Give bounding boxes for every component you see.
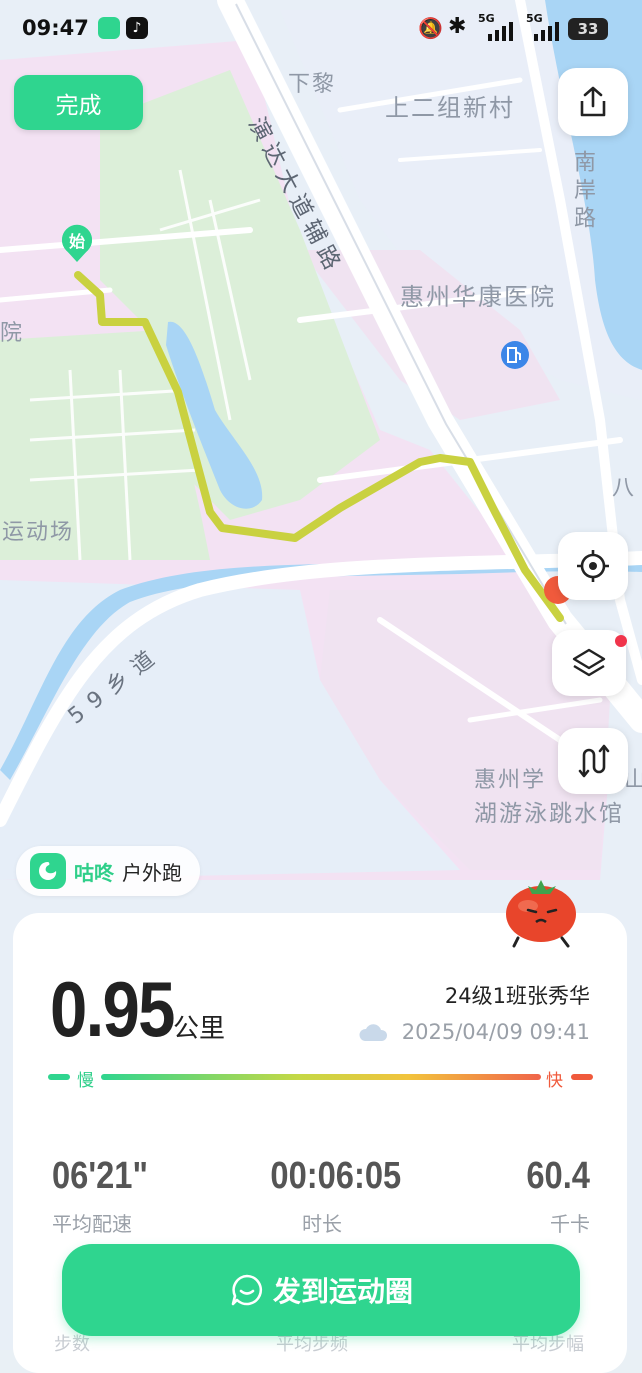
route-replay-icon [578, 744, 610, 778]
gudong-logo-icon [30, 853, 66, 889]
locate-button[interactable] [558, 532, 628, 600]
map-label-ba: 八 [612, 476, 637, 501]
done-button[interactable]: 完成 [14, 75, 143, 130]
tomato-mascot-icon [506, 880, 576, 948]
map-label-stadium: 运动场 [2, 520, 75, 545]
chat-bubble-icon [231, 1274, 263, 1306]
share-icon-button[interactable] [558, 68, 628, 136]
distance-value: 0.95 [50, 965, 175, 1053]
crosshair-icon [577, 550, 609, 582]
status-bar: 09:47 ♪ 🔕 ✱ 5G 5G 33 [0, 0, 642, 60]
avg-pace-label: 平均配速 [52, 1212, 132, 1236]
pace-fast-swatch [571, 1074, 593, 1080]
map-label-xiali: 下黎 [288, 72, 337, 97]
signal-icon [488, 22, 513, 41]
route-start-marker: 始 [68, 232, 85, 251]
route-replay-button[interactable] [558, 728, 628, 794]
map-label-school: 惠州学 [474, 768, 547, 793]
duration-value: 00:06:05 [270, 1155, 402, 1197]
pace-legend: 慢 快 [48, 1066, 594, 1091]
pace-slow-label: 慢 [77, 1071, 94, 1091]
layers-icon [572, 648, 606, 677]
map-label-yuan: 院 [0, 321, 25, 346]
map-label-nanan: 南岸路 [570, 150, 595, 234]
brand-badge: 咕咚 户外跑 [16, 846, 200, 896]
battery-icon: 33 [568, 18, 608, 40]
pace-slow-swatch [48, 1074, 70, 1080]
tiktok-app-icon: ♪ [126, 17, 148, 39]
share-to-feed-label: 发到运动圈 [272, 1275, 413, 1308]
avg-pace-value: 06'21" [52, 1155, 148, 1197]
share-to-feed-button[interactable]: 发到运动圈 [62, 1244, 580, 1336]
map-label-hospital: 惠州华康医院 [400, 283, 556, 311]
distance-unit: 公里 [173, 1014, 226, 1044]
status-time: 09:47 [22, 16, 89, 40]
user-name: 24级1班张秀华 [444, 984, 590, 1008]
signal-icon-2 [534, 22, 559, 41]
cloud-weather-icon [358, 1022, 388, 1042]
activity-datetime: 2025/04/09 09:41 [401, 1020, 590, 1044]
pace-gradient [101, 1074, 541, 1080]
calories-value: 60.4 [526, 1155, 590, 1197]
gudong-app-icon [98, 17, 120, 39]
map-label-swim: 湖游泳跳水馆 [474, 801, 624, 827]
mute-icon: 🔕 [418, 16, 443, 40]
layers-notification-dot [615, 635, 627, 647]
duration-label: 时长 [302, 1212, 342, 1236]
share-icon [580, 86, 606, 117]
sport-mode: 户外跑 [122, 860, 182, 885]
bluetooth-icon: ✱ [448, 14, 467, 39]
calories-label: 千卡 [550, 1212, 590, 1236]
map-label-shangerzu: 上二组新村 [385, 94, 515, 122]
brand-name: 咕咚 [74, 860, 114, 885]
pace-fast-label: 快 [546, 1071, 563, 1091]
